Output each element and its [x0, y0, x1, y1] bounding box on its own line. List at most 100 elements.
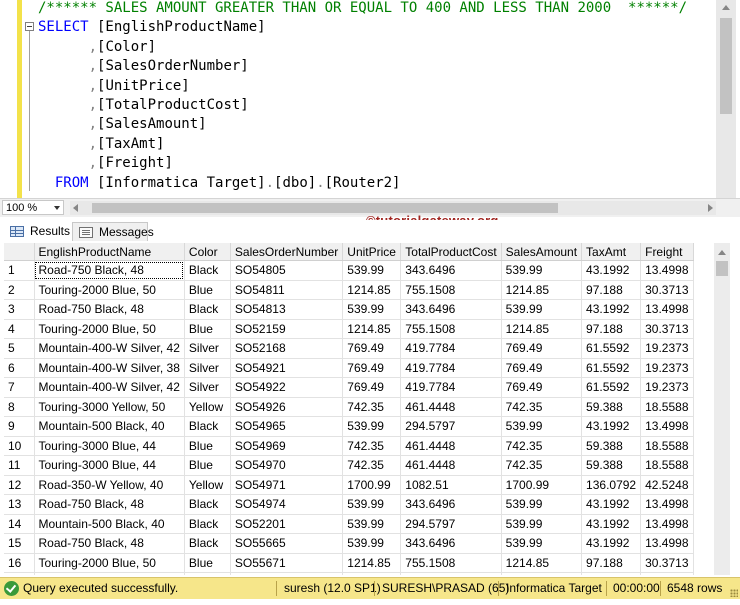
grid-cell[interactable]: 1214.85	[501, 280, 583, 300]
row-number[interactable]: 14	[4, 514, 35, 534]
grid-cell[interactable]: 539.99	[501, 494, 583, 515]
grid-cell[interactable]: 18.5588	[640, 455, 695, 476]
grid-cell[interactable]: 30.3713	[640, 553, 695, 573]
grid-cell[interactable]: 769.49	[501, 358, 583, 378]
row-number[interactable]: 8	[4, 397, 35, 417]
grid-cell[interactable]: Black	[184, 514, 231, 534]
grid-cell[interactable]: Road-750 Black, 48	[34, 533, 185, 554]
row-number[interactable]: 2	[4, 280, 35, 300]
code-line[interactable]: SELECT [EnglishProductName]	[38, 18, 687, 37]
grid-cell[interactable]: SO54926	[230, 397, 344, 417]
table-row[interactable]: 14 Mountain-500 Black, 40 Black SO52201 539.…	[4, 514, 695, 534]
grid-cell[interactable]: SO54813	[230, 299, 344, 320]
column-header[interactable]: EnglishProductName	[34, 243, 185, 261]
grid-cell[interactable]: 419.7784	[400, 338, 502, 359]
grid-cell[interactable]: Road-750 Black, 48	[34, 572, 185, 575]
code-line[interactable]: ,[TotalProductCost]	[38, 96, 687, 115]
grid-cell[interactable]: 1214.85	[501, 319, 583, 339]
grid-cell[interactable]: 539.99	[501, 299, 583, 320]
grid-cell[interactable]: 461.4448	[400, 397, 502, 417]
grid-cell[interactable]: Silver	[184, 377, 231, 398]
grid-cell[interactable]: 13.4998	[640, 260, 695, 281]
grid-cell[interactable]: 30.3713	[640, 319, 695, 339]
grid-cell[interactable]: 769.49	[342, 358, 402, 378]
grid-cell[interactable]: 1214.85	[501, 553, 583, 573]
table-row[interactable]: 12 Road-350-W Yellow, 40 Yellow SO54971 1700…	[4, 475, 695, 495]
grid-cell[interactable]: 19.2373	[640, 338, 695, 359]
grid-cell[interactable]: 294.5797	[400, 416, 502, 437]
grid-cell[interactable]: 769.49	[501, 338, 583, 359]
row-number[interactable]: 12	[4, 475, 35, 495]
scroll-left-arrow-icon[interactable]	[73, 204, 78, 212]
grid-cell[interactable]: SO55671	[230, 553, 344, 573]
editor-vertical-scrollbar[interactable]	[716, 0, 736, 198]
grid-vertical-scrollbar[interactable]	[714, 243, 730, 575]
grid-scroll-thumb[interactable]	[716, 261, 728, 276]
grid-cell[interactable]: 61.5592	[581, 358, 642, 378]
grid-cell[interactable]: Silver	[184, 358, 231, 378]
grid-cell[interactable]: 43.1992	[581, 299, 642, 320]
grid-cell[interactable]: 97.188	[581, 280, 642, 300]
grid-cell[interactable]: SO54971	[230, 475, 344, 495]
grid-cell[interactable]: 419.7784	[400, 377, 502, 398]
column-header[interactable]: UnitPrice	[342, 243, 402, 261]
grid-cell[interactable]: 769.49	[342, 377, 402, 398]
grid-cell[interactable]: 97.188	[581, 553, 642, 573]
grid-cell[interactable]: SO52159	[230, 319, 344, 339]
grid-cell[interactable]: 539.99	[501, 260, 583, 281]
grid-cell[interactable]: 19.2373	[640, 377, 695, 398]
grid-cell[interactable]: 13.4998	[640, 514, 695, 534]
grid-cell[interactable]: 13.4998	[640, 494, 695, 515]
grid-cell[interactable]: Mountain-400-W Silver, 42	[34, 377, 185, 398]
resize-grip-icon[interactable]	[730, 589, 738, 597]
grid-cell[interactable]: 343.6496	[400, 299, 502, 320]
grid-cell[interactable]: 539.99	[501, 416, 583, 437]
grid-cell[interactable]: 461.4448	[400, 436, 502, 456]
grid-cell[interactable]: SO54965	[230, 416, 344, 437]
scroll-up-arrow-icon[interactable]	[722, 5, 730, 10]
row-number[interactable]: 10	[4, 436, 35, 456]
column-header[interactable]: TaxAmt	[581, 243, 642, 261]
grid-cell[interactable]: 539.99	[501, 572, 583, 575]
grid-cell[interactable]: 755.1508	[400, 280, 502, 300]
grid-cell[interactable]: SO54970	[230, 455, 344, 476]
grid-cell[interactable]: 61.5592	[581, 377, 642, 398]
grid-cell[interactable]: 13.4998	[640, 299, 695, 320]
grid-cell[interactable]: Yellow	[184, 397, 231, 417]
row-number[interactable]: 1	[4, 260, 35, 281]
grid-cell[interactable]: Black	[184, 260, 231, 281]
grid-cell[interactable]: 30.3713	[640, 280, 695, 300]
grid-cell[interactable]: Road-750 Black, 48	[34, 494, 185, 515]
grid-cell[interactable]: Mountain-400-W Silver, 42	[34, 338, 185, 359]
grid-cell[interactable]: 742.35	[342, 455, 402, 476]
row-number[interactable]: 6	[4, 358, 35, 378]
grid-cell[interactable]: 539.99	[501, 533, 583, 554]
table-row[interactable]: 7 Mountain-400-W Silver, 42 Silver SO54922 7…	[4, 377, 695, 398]
grid-cell[interactable]: Black	[184, 416, 231, 437]
grid-cell[interactable]: Touring-3000 Blue, 44	[34, 455, 185, 476]
grid-cell[interactable]: Mountain-500 Black, 40	[34, 416, 185, 437]
grid-cell[interactable]: Touring-2000 Blue, 50	[34, 280, 185, 300]
row-number[interactable]: 9	[4, 416, 35, 437]
grid-cell[interactable]: 742.35	[342, 397, 402, 417]
grid-cell[interactable]: 1214.85	[342, 553, 402, 573]
grid-cell[interactable]: 539.99	[342, 572, 402, 575]
grid-cell[interactable]: SO52168	[230, 338, 344, 359]
row-number[interactable]: 16	[4, 553, 35, 573]
column-header[interactable]: SalesAmount	[501, 243, 583, 261]
scroll-up-arrow-icon[interactable]	[718, 250, 726, 255]
grid-cell[interactable]: 755.1508	[400, 553, 502, 573]
grid-cell[interactable]: 61.5592	[581, 338, 642, 359]
table-row[interactable]: 3 Road-750 Black, 48 Black SO54813 539.99 343…	[4, 299, 695, 320]
grid-cell[interactable]: SO54974	[230, 494, 344, 515]
results-grid[interactable]: EnglishProductName Color SalesOrderNumber U…	[4, 243, 714, 575]
table-row[interactable]: 6 Mountain-400-W Silver, 38 Silver SO54921 7…	[4, 358, 695, 378]
column-header[interactable]: TotalProductCost	[400, 243, 502, 261]
table-row[interactable]: 13 Road-750 Black, 48 Black SO54974 539.99 34…	[4, 494, 695, 515]
grid-cell[interactable]: 343.6496	[400, 572, 502, 575]
grid-cell[interactable]: 539.99	[342, 514, 402, 534]
grid-cell[interactable]: Road-350-W Yellow, 40	[34, 475, 185, 495]
grid-cell[interactable]: 539.99	[501, 514, 583, 534]
grid-cell[interactable]: 97.188	[581, 319, 642, 339]
grid-cell[interactable]: 18.5588	[640, 436, 695, 456]
